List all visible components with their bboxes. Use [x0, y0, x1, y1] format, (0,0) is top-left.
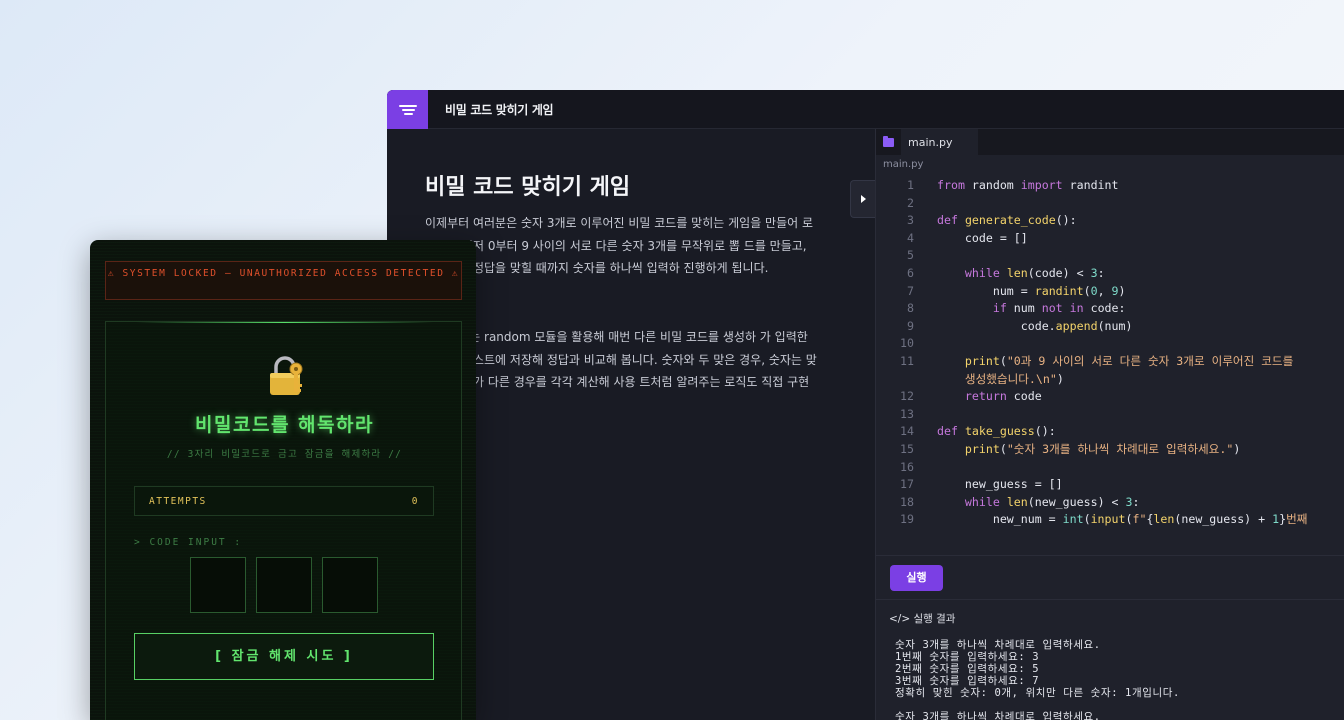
system-locked-alert: ⚠ SYSTEM LOCKED — UNAUTHORIZED ACCESS DE…	[105, 261, 462, 300]
line-number: 4	[907, 230, 914, 245]
divider	[876, 555, 1344, 556]
code-text[interactable]: print("0과 9 사이의 서로 다른 숫자 3개로 이루어진 코드를 생성…	[914, 353, 1344, 388]
code-text[interactable]: code.append(num)	[914, 318, 1344, 336]
code-line[interactable]: 4 code = []	[876, 230, 1344, 248]
code-line[interactable]: 9 code.append(num)	[876, 318, 1344, 336]
lock-key-icon	[270, 356, 303, 395]
game-panel: 비밀코드를 해독하라 // 3자리 비밀코드로 금고 잠금을 해제하라 // A…	[105, 321, 462, 720]
code-text[interactable]: code = []	[914, 230, 1344, 248]
code-text[interactable]: print("숫자 3개를 하나씩 차례대로 입력하세요.")	[914, 441, 1344, 459]
code-line[interactable]: 8 if num not in code:	[876, 300, 1344, 318]
run-button[interactable]: 실행	[890, 565, 943, 591]
code-text[interactable]	[914, 195, 1344, 213]
ide-header: 비밀 코드 맞히기 게임	[387, 90, 1344, 129]
line-number: 17	[900, 477, 914, 492]
lesson-paragraph-1: 이제부터 여러분은 숫자 3개로 이루어진 비밀 코드를 맞히는 게임을 만들어…	[425, 216, 814, 275]
code-input-label: > CODE INPUT :	[134, 537, 243, 548]
code-line[interactable]: 7 num = randint(0, 9)	[876, 283, 1344, 301]
code-text[interactable]: num = randint(0, 9)	[914, 283, 1344, 301]
editor-breadcrumb: main.py	[883, 159, 924, 170]
line-number: 8	[907, 301, 914, 316]
panel-glow	[136, 322, 433, 323]
unlock-button[interactable]: [ 잠금 해제 시도 ]	[134, 633, 434, 680]
game-subtitle: // 3자리 비밀코드로 금고 잠금을 해제하라 //	[166, 449, 403, 460]
code-line[interactable]: 19 new_num = int(input(f"{len(new_guess)…	[876, 511, 1344, 529]
code-line[interactable]: 2	[876, 195, 1344, 213]
divider	[876, 599, 1344, 600]
code-text[interactable]: return code	[914, 388, 1344, 406]
code-line[interactable]: 18 while len(new_guess) < 3:	[876, 494, 1344, 512]
attempts-label: ATTEMPTS	[149, 496, 207, 507]
code-line[interactable]: 15 print("숫자 3개를 하나씩 차례대로 입력하세요.")	[876, 441, 1344, 459]
attempts-box: ATTEMPTS 0	[134, 486, 434, 516]
code-text[interactable]: if num not in code:	[914, 300, 1344, 318]
line-number: 3	[907, 213, 914, 228]
line-number: 16	[900, 459, 914, 474]
editor-tabbar: main.py	[876, 129, 1344, 155]
chevron-right-icon	[860, 195, 866, 203]
ide-title: 비밀 코드 맞히기 게임	[445, 103, 554, 117]
code-line[interactable]: 6 while len(code) < 3:	[876, 265, 1344, 283]
menu-button[interactable]	[387, 90, 428, 129]
code-text[interactable]	[914, 335, 1344, 353]
code-text[interactable]: while len(new_guess) < 3:	[914, 494, 1344, 512]
code-text[interactable]: def take_guess():	[914, 423, 1344, 441]
line-number: 12	[900, 389, 914, 404]
code-line[interactable]: 13	[876, 406, 1344, 424]
line-number: 7	[907, 283, 914, 298]
folder-icon[interactable]	[883, 136, 894, 147]
line-number: 13	[900, 406, 914, 421]
code-text[interactable]: new_guess = []	[914, 476, 1344, 494]
code-line[interactable]: 5	[876, 247, 1344, 265]
line-number: 15	[900, 441, 914, 456]
code-area[interactable]: 1 from random import randint 2 3 def generat…	[876, 177, 1344, 529]
ide-window: 비밀 코드 맞히기 게임 비밀 코드 맞히기 게임 이제부터 여러분은 숫자 3…	[387, 90, 1344, 720]
line-number: 2	[907, 195, 914, 210]
code-text[interactable]: def generate_code():	[914, 212, 1344, 230]
code-line[interactable]: 17 new_guess = []	[876, 476, 1344, 494]
line-number: 1	[907, 178, 914, 192]
game-card: ⚠ SYSTEM LOCKED — UNAUTHORIZED ACCESS DE…	[90, 240, 476, 720]
attempts-value: 0	[411, 496, 419, 507]
line-number: 19	[900, 512, 914, 527]
line-number: 6	[907, 265, 914, 280]
digit-input-1[interactable]	[190, 557, 246, 613]
code-text[interactable]	[914, 247, 1344, 265]
code-line[interactable]: 12 return code	[876, 388, 1344, 406]
menu-icon	[398, 103, 417, 117]
line-number: 18	[900, 494, 914, 509]
tab-main-py[interactable]: main.py	[901, 129, 978, 155]
code-editor: main.py main.py 1 from random import rand…	[875, 129, 1344, 720]
code-line[interactable]: 14 def take_guess():	[876, 423, 1344, 441]
code-line[interactable]: 11 print("0과 9 사이의 서로 다른 숫자 3개로 이루어진 코드를…	[876, 353, 1344, 388]
line-number: 10	[900, 336, 914, 351]
line-number: 9	[907, 318, 914, 333]
result-title: </> 실행 결과	[889, 613, 956, 625]
code-text[interactable]	[914, 459, 1344, 477]
code-line[interactable]: 3 def generate_code():	[876, 212, 1344, 230]
line-number: 5	[907, 248, 914, 263]
code-text[interactable]: while len(code) < 3:	[914, 265, 1344, 283]
digit-input-2[interactable]	[256, 557, 312, 613]
game-title: 비밀코드를 해독하라	[195, 414, 374, 436]
code-line[interactable]: 16	[876, 459, 1344, 477]
panel-toggle-button[interactable]	[850, 180, 875, 218]
code-text[interactable]	[914, 406, 1344, 424]
digit-input-3[interactable]	[322, 557, 378, 613]
result-output: 숫자 3개를 하나씩 차례대로 입력하세요. 1번째 숫자를 입력하세요: 3 …	[895, 639, 1180, 720]
code-line[interactable]: 1 from random import randint	[876, 177, 1344, 195]
code-line[interactable]: 10	[876, 335, 1344, 353]
code-text[interactable]: new_num = int(input(f"{len(new_guess) + …	[914, 511, 1344, 529]
line-number: 11	[900, 353, 914, 368]
code-text[interactable]: from random import randint	[914, 177, 1344, 195]
lesson-heading: 비밀 코드 맞히기 게임	[425, 175, 631, 200]
lesson-paragraph-2: 젝트에서는 random 모듈을 활용해 매번 다른 비밀 코드를 생성하 가 …	[425, 330, 817, 412]
line-number: 14	[900, 424, 914, 439]
